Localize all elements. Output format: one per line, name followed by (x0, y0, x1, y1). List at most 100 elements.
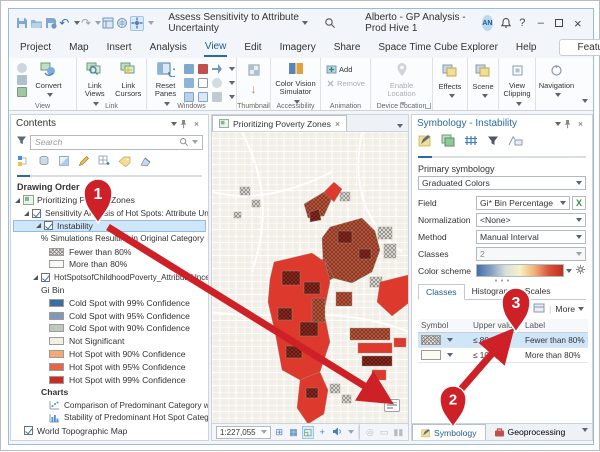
redo-dropdown-icon[interactable] (95, 21, 101, 28)
more-button[interactable]: More (555, 304, 584, 314)
primary-symbology-select[interactable]: Graduated Colors (418, 176, 586, 190)
contents-close-icon[interactable]: × (190, 117, 203, 130)
contents-pin-icon[interactable] (177, 117, 190, 130)
layer-checkbox[interactable] (41, 273, 50, 282)
tab-feature-layer[interactable]: Feature Layer (577, 42, 600, 53)
tab-analysis[interactable]: Analysis (149, 39, 188, 56)
color-scheme-dropdown-icon[interactable] (566, 269, 572, 276)
symbol-layer-drawing-tab-icon[interactable] (464, 134, 478, 152)
map-tab-list-icon[interactable] (397, 124, 403, 131)
legend-row[interactable]: Hot Spot with 90% Confidence (11, 348, 208, 361)
close-button[interactable]: × (569, 13, 587, 33)
view-small-icon-2[interactable] (17, 75, 27, 85)
view-small-icon-3[interactable] (17, 87, 27, 97)
class-label[interactable]: Fewer than 80% (522, 333, 588, 348)
filter-symbology-tab-icon[interactable] (487, 134, 499, 152)
windows-more-icon[interactable] (212, 92, 222, 102)
tab-labeling-icon[interactable] (118, 154, 131, 172)
device-location-launcher-icon[interactable] (425, 103, 431, 109)
frame-icon[interactable]: ▭ (379, 427, 390, 438)
layer-checkbox[interactable] (24, 426, 33, 435)
save-as-icon[interactable] (45, 16, 57, 31)
animation-remove-button[interactable]: Remove (326, 79, 365, 88)
notifications-bell-icon[interactable] (500, 16, 512, 31)
chart-item-row[interactable]: Stability of Predominant Hot Spot Catego… (11, 412, 208, 425)
layer-row-instability[interactable]: Instability (13, 220, 206, 233)
symbology-pin-icon[interactable] (561, 117, 574, 130)
views-pane-icon[interactable] (198, 92, 208, 102)
help-button[interactable]: ? (513, 13, 531, 33)
navigation-button[interactable]: Navigation (538, 61, 575, 99)
pane-splitter[interactable] (493, 279, 511, 282)
project-pane-icon[interactable] (102, 16, 114, 31)
tab-insert[interactable]: Insert (106, 39, 133, 56)
catalog-pane-icon[interactable] (184, 64, 194, 74)
color-scheme-ramp[interactable] (476, 264, 564, 277)
dock-tab-geoprocessing[interactable]: Geoprocessing (486, 424, 574, 440)
symbol-dropdown-icon[interactable] (447, 338, 453, 345)
audio-icon[interactable] (331, 427, 342, 438)
windows-dropdown-1-icon[interactable] (229, 67, 235, 74)
open-icon[interactable] (30, 16, 43, 31)
undo-icon[interactable]: ↶ (59, 16, 70, 31)
class-symbol-hatch[interactable] (421, 335, 441, 345)
add-view-icon[interactable]: ⊞ (274, 427, 285, 438)
map-tab-close-icon[interactable]: × (335, 119, 340, 129)
method-select[interactable]: Manual Interval (476, 230, 586, 244)
explore-tool-icon[interactable] (130, 16, 144, 31)
layer-row-group[interactable]: Sensitivity Analysis of Hot Spots: Attri… (11, 207, 208, 220)
view-small-icon-1[interactable] (17, 63, 27, 73)
tables-pane-icon[interactable] (184, 92, 194, 102)
tab-perspective-icon[interactable] (139, 154, 152, 172)
tab-imagery[interactable]: Imagery (279, 39, 317, 56)
dialog-pane-icon[interactable] (198, 78, 208, 88)
tab-classes[interactable]: Classes (418, 284, 465, 300)
legend-row[interactable]: Hot Spot with 99% Confidence (11, 373, 208, 386)
redo-icon[interactable]: ↷ (81, 16, 92, 31)
map-canvas[interactable] (212, 132, 408, 423)
dock-tab-symbology[interactable]: Symbology (412, 424, 486, 440)
filter-funnel-icon[interactable] (16, 133, 27, 151)
tab-help[interactable]: Help (515, 39, 538, 56)
tab-map[interactable]: Map (68, 39, 89, 56)
normalization-select[interactable]: <None> (476, 213, 586, 227)
enable-location-button[interactable]: Enable Location (376, 61, 428, 99)
expression-button[interactable]: X (572, 196, 586, 210)
class-symbol-blank[interactable] (421, 350, 441, 360)
create-thumbnail-icon[interactable] (248, 63, 260, 81)
windows-disabled-icon[interactable] (212, 78, 222, 88)
tab-scales[interactable]: Scales (518, 284, 558, 299)
legend-row[interactable]: Cold Spot with 99% Confidence (11, 296, 208, 309)
color-scheme-gear-icon[interactable] (575, 264, 586, 277)
scale-input[interactable]: 1:227,055 (216, 426, 271, 439)
class-row-2[interactable]: ≤ 100 More than 80% (418, 348, 588, 363)
expand-icon[interactable] (36, 223, 41, 228)
tab-editing-icon[interactable] (78, 154, 90, 172)
dock-tabs-overflow-icon[interactable] (582, 428, 588, 435)
animation-add-button[interactable]: Add (326, 65, 365, 74)
swap-panes-icon[interactable] (212, 64, 222, 74)
tab-data-source-icon[interactable] (38, 154, 50, 172)
layer-row-map[interactable]: Prioritizing Poverty Zones (11, 194, 208, 207)
legend-row[interactable]: Fewer than 80% (11, 245, 208, 258)
layer-checkbox[interactable] (44, 221, 53, 230)
attribute-table-icon[interactable]: ▦ (288, 427, 299, 438)
contents-search-input[interactable]: Search (30, 135, 203, 150)
windows-dropdown-3-icon[interactable] (229, 95, 235, 102)
popout-button[interactable] (384, 399, 400, 412)
windows-dropdown-2-icon[interactable] (229, 81, 235, 88)
tab-view[interactable]: View (204, 38, 228, 57)
symbol-dropdown-icon[interactable] (447, 353, 453, 360)
primary-symbology-tab-icon[interactable] (418, 134, 432, 158)
geoprocessing-pane-icon[interactable] (198, 64, 208, 74)
legend-row[interactable]: Cold Spot with 95% Confidence (11, 309, 208, 322)
tool-title-dropdown-icon[interactable] (302, 21, 308, 28)
link-views-button[interactable]: Link Views (79, 61, 111, 99)
thumbnail-download-icon[interactable]: ↓ (251, 84, 257, 94)
layer-checkbox[interactable] (32, 209, 41, 218)
color-vision-simulator-button[interactable]: Color Vision Simulator (273, 61, 318, 99)
col-label[interactable]: Label (522, 319, 588, 333)
active-tool-title[interactable]: Assess Sensitivity to Attribute Uncertai… (168, 12, 299, 34)
pause-drawing-icon[interactable]: ▮▮ (393, 427, 404, 438)
expand-icon[interactable] (15, 198, 20, 203)
